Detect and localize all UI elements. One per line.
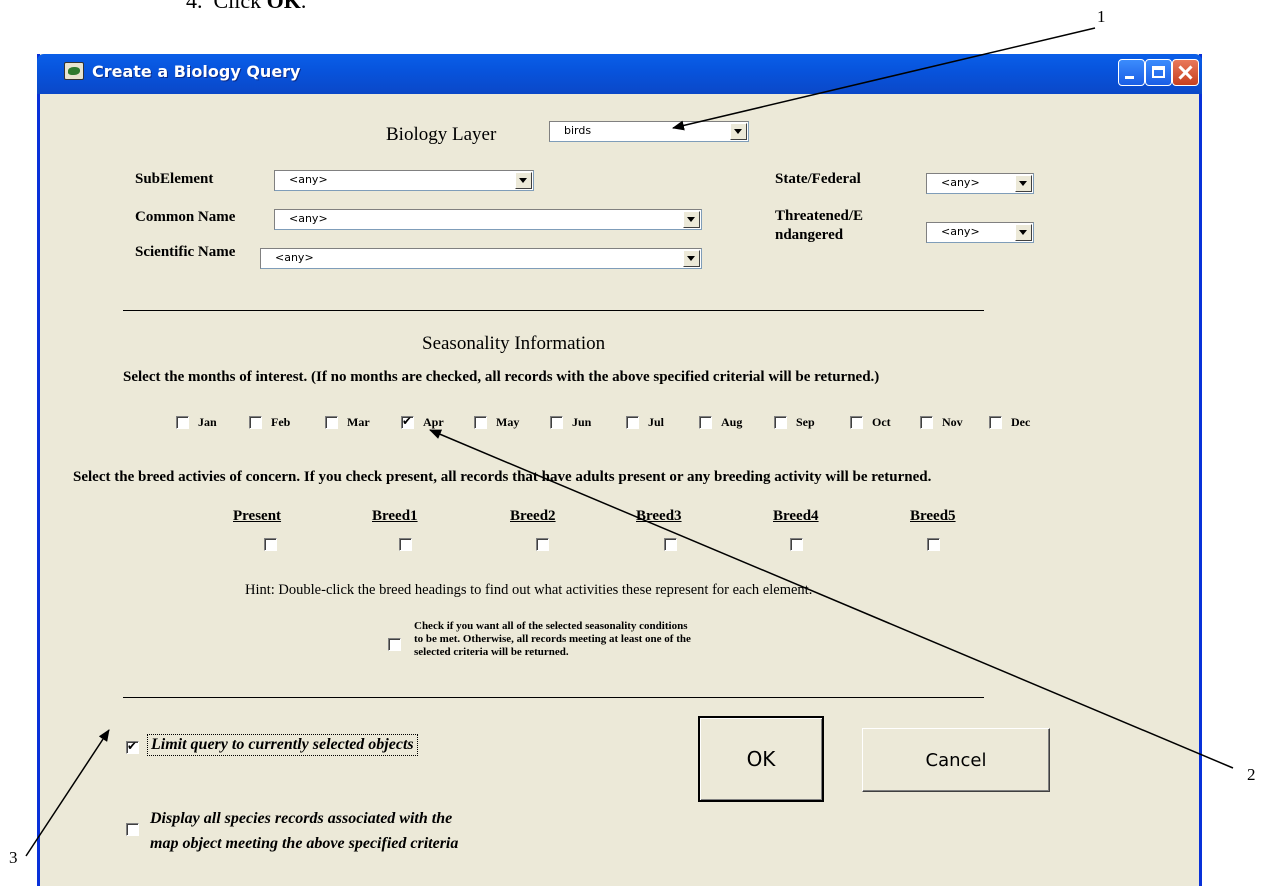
callout-label-1: 1 [1097,7,1106,26]
callout-arrow-3 [25,729,110,857]
callout-label-3: 3 [9,848,18,867]
callout-arrows [25,27,1234,857]
callout-label-2: 2 [1247,765,1256,784]
callout-arrow-1 [672,27,1096,131]
callout-arrow-2 [429,429,1234,769]
